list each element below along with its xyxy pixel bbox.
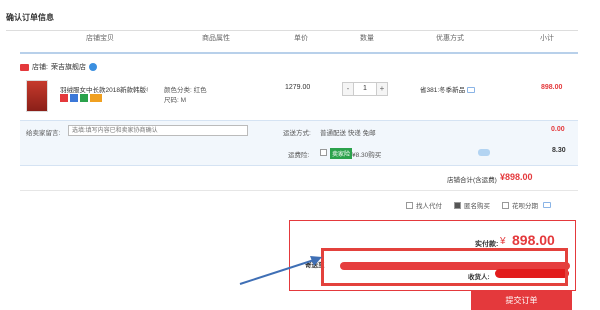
- info-icon[interactable]: [478, 149, 490, 156]
- shop-icon: [20, 63, 29, 71]
- column-headers: 店铺宝贝 商品属性 单价 数量 优惠方式 小计: [6, 33, 578, 45]
- promo-icon[interactable]: [467, 87, 476, 94]
- col-price: 单价: [294, 35, 308, 42]
- quantity-stepper: - 1 +: [342, 82, 388, 96]
- payment-options: 找人代付 匿名购买 花呗分期: [406, 200, 551, 210]
- currency-symbol: ¥: [500, 236, 506, 247]
- col-promo: 优惠方式: [436, 35, 464, 42]
- quantity-value[interactable]: 1: [354, 82, 376, 96]
- increase-button[interactable]: +: [376, 82, 388, 96]
- badge-icon: [90, 94, 102, 102]
- decrease-button[interactable]: -: [342, 82, 354, 96]
- store-total: ¥898.00: [500, 172, 533, 182]
- chat-icon[interactable]: [88, 63, 97, 71]
- seller-message-input[interactable]: [68, 125, 248, 136]
- paid-amount: 898.00: [512, 232, 555, 248]
- divider: [20, 52, 578, 54]
- order-item-row: 羽绒服女中长款2018新款韩版冬 颜色分类: 红色 尺码: M 1279.00 …: [20, 76, 578, 118]
- order-extras: 给卖家留言: 运送方式: 普通配送 快递 免邮 0.00 运费险: 卖家险 ¥8…: [20, 120, 578, 166]
- insurance-tag: 卖家险: [330, 148, 353, 159]
- badge-icon: [60, 94, 68, 102]
- col-props: 商品属性: [202, 35, 230, 42]
- page-title: 确认订单信息: [6, 13, 54, 22]
- insurance-amount: 8.30: [552, 147, 566, 154]
- divider: [6, 30, 578, 31]
- shop-row: 店铺: 荣吉旗舰店: [20, 62, 97, 72]
- promo-info: 省381:冬季新品: [420, 84, 476, 94]
- insurance-checkbox[interactable]: [320, 149, 327, 156]
- product-thumbnail[interactable]: [26, 80, 48, 112]
- submit-order-button[interactable]: 提交订单: [471, 291, 572, 310]
- annotation-arrow-icon: [239, 256, 322, 285]
- col-item: 店铺宝贝: [86, 35, 114, 42]
- option-installment[interactable]: 花呗分期: [502, 200, 551, 210]
- product-color: 颜色分类: 红色: [164, 87, 207, 94]
- shipping-method[interactable]: 普通配送 快递 免邮: [320, 127, 376, 137]
- option-label: 花呗分期: [512, 203, 538, 210]
- annotation-box: [321, 248, 568, 286]
- promo-text: 省381:冬季新品: [420, 87, 466, 94]
- option-label: 找人代付: [416, 203, 442, 210]
- checkbox[interactable]: [406, 201, 413, 209]
- checkbox[interactable]: [454, 201, 461, 209]
- insurance-label: 运费险:: [288, 152, 310, 159]
- shipping-fee: 0.00: [551, 126, 565, 133]
- info-icon[interactable]: [543, 202, 551, 208]
- shop-label: 店铺:: [32, 64, 48, 71]
- option-label: 匿名购买: [464, 203, 490, 210]
- item-subtotal: 898.00: [541, 84, 563, 91]
- shipping-label: 运送方式:: [283, 130, 311, 137]
- shop-name[interactable]: 荣吉旗舰店: [51, 62, 86, 72]
- col-qty: 数量: [360, 35, 374, 42]
- badge-icon: [70, 94, 78, 102]
- unit-price: 1279.00: [285, 84, 311, 91]
- product-size: 尺码: M: [164, 97, 187, 104]
- product-title[interactable]: 羽绒服女中长款2018新款韩版冬: [60, 84, 148, 94]
- store-total-label: 店铺合计(含运费): [447, 177, 497, 184]
- option-anonymous[interactable]: 匿名购买: [454, 200, 490, 210]
- service-badges: [60, 94, 102, 102]
- divider: [20, 190, 578, 191]
- checkbox[interactable]: [502, 201, 509, 209]
- col-subtotal: 小计: [540, 35, 554, 42]
- option-pay-for-me[interactable]: 找人代付: [406, 200, 442, 210]
- badge-icon: [80, 94, 88, 102]
- insurance-text: ¥8.30购买: [352, 152, 382, 159]
- message-label: 给卖家留言:: [26, 130, 61, 137]
